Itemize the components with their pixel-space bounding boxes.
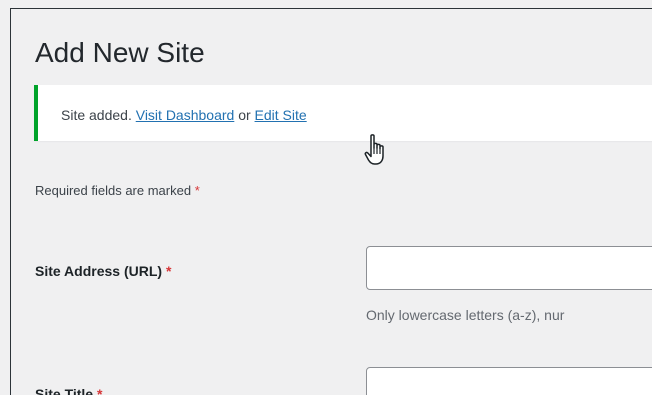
site-address-description: Only lowercase letters (a-z), nur — [366, 307, 565, 323]
notice-prefix: Site added. — [61, 107, 132, 123]
site-title-input[interactable] — [366, 367, 652, 395]
required-fields-note: Required fields are marked * — [35, 183, 200, 198]
notice-separator: or — [238, 107, 251, 123]
hand-pointer-icon — [364, 134, 384, 165]
admin-content-area: Add New Site Site added. Visit Dashboard… — [10, 8, 652, 395]
site-address-label-text: Site Address (URL) — [35, 263, 163, 279]
page-title: Add New Site — [35, 37, 205, 68]
edit-site-link[interactable]: Edit Site — [255, 107, 307, 123]
site-address-required-asterisk: * — [165, 263, 172, 279]
notice-message: Site added. Visit Dashboard or Edit Site — [61, 106, 307, 124]
site-address-label: Site Address (URL) * — [35, 263, 171, 279]
required-note-text: Required fields are marked — [35, 183, 192, 198]
success-notice: Site added. Visit Dashboard or Edit Site — [34, 85, 652, 141]
required-asterisk: * — [194, 183, 200, 198]
site-address-input[interactable] — [366, 246, 652, 290]
visit-dashboard-link[interactable]: Visit Dashboard — [136, 107, 235, 123]
